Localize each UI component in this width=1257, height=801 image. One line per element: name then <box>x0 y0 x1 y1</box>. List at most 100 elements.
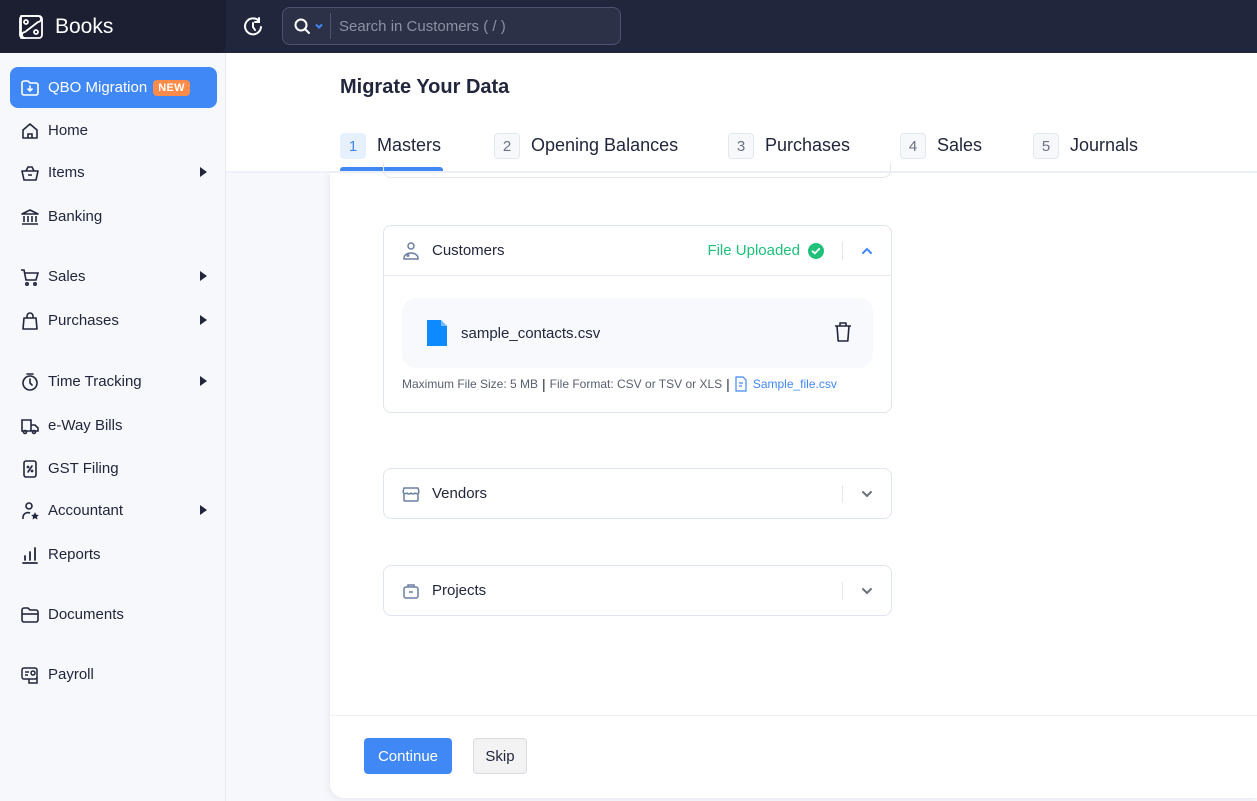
app-name: Books <box>55 14 114 38</box>
sidebar-item-gst-filing[interactable]: GST Filing <box>10 448 217 489</box>
check-circle-icon <box>808 242 824 259</box>
sidebar-item-label: e-Way Bills <box>48 417 123 434</box>
brand[interactable]: Books <box>0 0 226 53</box>
tab-step-number: 4 <box>900 133 926 159</box>
expand-arrow-icon <box>200 271 207 281</box>
separator: | <box>542 376 546 392</box>
divider <box>842 241 843 260</box>
customers-section-header[interactable]: Customers File Uploaded <box>384 226 891 275</box>
search-icon <box>294 18 310 34</box>
section-title: Vendors <box>432 485 488 502</box>
payroll-icon <box>20 665 40 685</box>
tab-label: Purchases <box>765 135 851 155</box>
delete-file-icon[interactable] <box>833 321 853 343</box>
skip-button[interactable]: Skip <box>473 738 527 774</box>
expand-button[interactable] <box>858 582 876 600</box>
tab-sales[interactable]: 4 Sales <box>900 133 982 171</box>
divider <box>842 484 843 503</box>
sidebar-item-accountant[interactable]: Accountant <box>10 490 217 531</box>
sidebar-item-sales[interactable]: Sales <box>10 256 217 297</box>
divider <box>842 581 843 600</box>
books-logo-icon <box>19 14 43 39</box>
expand-arrow-icon <box>200 376 207 386</box>
sidebar-item-label: Purchases <box>48 312 119 329</box>
sidebar-item-documents[interactable]: Documents <box>10 594 217 635</box>
truck-icon <box>20 416 40 436</box>
sidebar-item-label: Sales <box>48 268 86 285</box>
user-star-icon <box>20 501 40 521</box>
sidebar-item-home[interactable]: Home <box>10 110 217 151</box>
tab-journals[interactable]: 5 Journals <box>1033 133 1138 171</box>
sidebar-item-label: Items <box>48 164 85 181</box>
sidebar-item-reports[interactable]: Reports <box>10 534 217 575</box>
projects-section: Projects <box>383 565 892 616</box>
briefcase-icon <box>401 581 421 601</box>
projects-section-header[interactable]: Projects <box>384 566 891 615</box>
chevron-down-icon <box>315 23 323 29</box>
previous-section-edge <box>383 163 891 178</box>
folder-icon <box>20 605 40 625</box>
sidebar-item-label: QBO Migration <box>48 79 148 96</box>
stopwatch-icon <box>20 372 40 392</box>
store-icon <box>401 484 421 504</box>
upload-status: File Uploaded <box>707 242 800 259</box>
uploaded-file: sample_contacts.csv <box>402 298 873 368</box>
top-bar: Books <box>0 0 1257 53</box>
search-input[interactable] <box>331 17 611 35</box>
sidebar-item-label: Accountant <box>48 502 124 519</box>
sidebar-item-label: Reports <box>48 546 101 563</box>
max-file-size: Maximum File Size: 5 MB <box>402 377 539 391</box>
file-requirements: Maximum File Size: 5 MB | File Format: C… <box>402 376 873 392</box>
sidebar: QBO Migration NEW Home Items Banking Sal… <box>0 53 226 801</box>
section-title: Projects <box>432 582 487 599</box>
tab-label: Masters <box>377 135 442 155</box>
file-format: File Format: CSV or TSV or XLS <box>549 377 723 391</box>
file-name: sample_contacts.csv <box>461 324 601 342</box>
sidebar-item-label: Time Tracking <box>48 373 142 390</box>
sample-file-link[interactable]: Sample_file.csv <box>734 376 837 392</box>
folder-download-icon <box>20 78 40 98</box>
sidebar-item-label: Payroll <box>48 666 94 683</box>
section-title: Customers <box>432 242 505 259</box>
tab-step-number: 2 <box>494 133 520 159</box>
sidebar-item-label: Banking <box>48 208 103 225</box>
collapse-button[interactable] <box>858 242 876 260</box>
tab-step-number: 3 <box>728 133 754 159</box>
cart-icon <box>20 267 40 287</box>
sidebar-item-banking[interactable]: Banking <box>10 196 217 237</box>
customers-section: Customers File Uploaded sample_contacts.… <box>383 225 892 413</box>
search-scope-dropdown[interactable] <box>283 13 331 39</box>
chevron-down-icon <box>862 490 872 497</box>
tab-label: Sales <box>937 135 983 155</box>
sidebar-item-label: GST Filing <box>48 460 119 477</box>
sidebar-item-time-tracking[interactable]: Time Tracking <box>10 361 217 402</box>
bar-chart-icon <box>20 545 40 565</box>
sidebar-item-eway-bills[interactable]: e-Way Bills <box>10 405 217 446</box>
new-badge: NEW <box>153 79 190 96</box>
tab-step-number: 5 <box>1033 133 1059 159</box>
migration-content-panel: Customers File Uploaded sample_contacts.… <box>330 163 1257 798</box>
expand-arrow-icon <box>200 505 207 515</box>
vendors-section-header[interactable]: Vendors <box>384 469 891 518</box>
customers-section-body: sample_contacts.csv Maximum File Size: 5… <box>384 275 891 412</box>
percent-doc-icon <box>20 459 40 479</box>
continue-button[interactable]: Continue <box>364 738 452 774</box>
vendors-section: Vendors <box>383 468 892 519</box>
separator: | <box>726 376 730 392</box>
bank-icon <box>20 207 40 227</box>
history-icon <box>244 17 262 36</box>
tab-label: Opening Balances <box>531 135 679 155</box>
sidebar-item-payroll[interactable]: Payroll <box>10 654 217 695</box>
expand-arrow-icon <box>200 315 207 325</box>
chevron-up-icon <box>862 247 872 254</box>
sidebar-item-label: Documents <box>48 606 124 623</box>
recent-history-button[interactable] <box>240 14 266 40</box>
main-header: Migrate Your Data 1 Masters 2 Opening Ba… <box>226 53 1257 173</box>
file-icon <box>427 320 447 346</box>
sidebar-item-qbo-migration[interactable]: QBO Migration NEW <box>10 67 217 108</box>
search-bar <box>282 7 621 45</box>
sidebar-item-items[interactable]: Items <box>10 152 217 193</box>
sidebar-item-purchases[interactable]: Purchases <box>10 300 217 341</box>
home-icon <box>20 121 40 141</box>
expand-button[interactable] <box>858 485 876 503</box>
